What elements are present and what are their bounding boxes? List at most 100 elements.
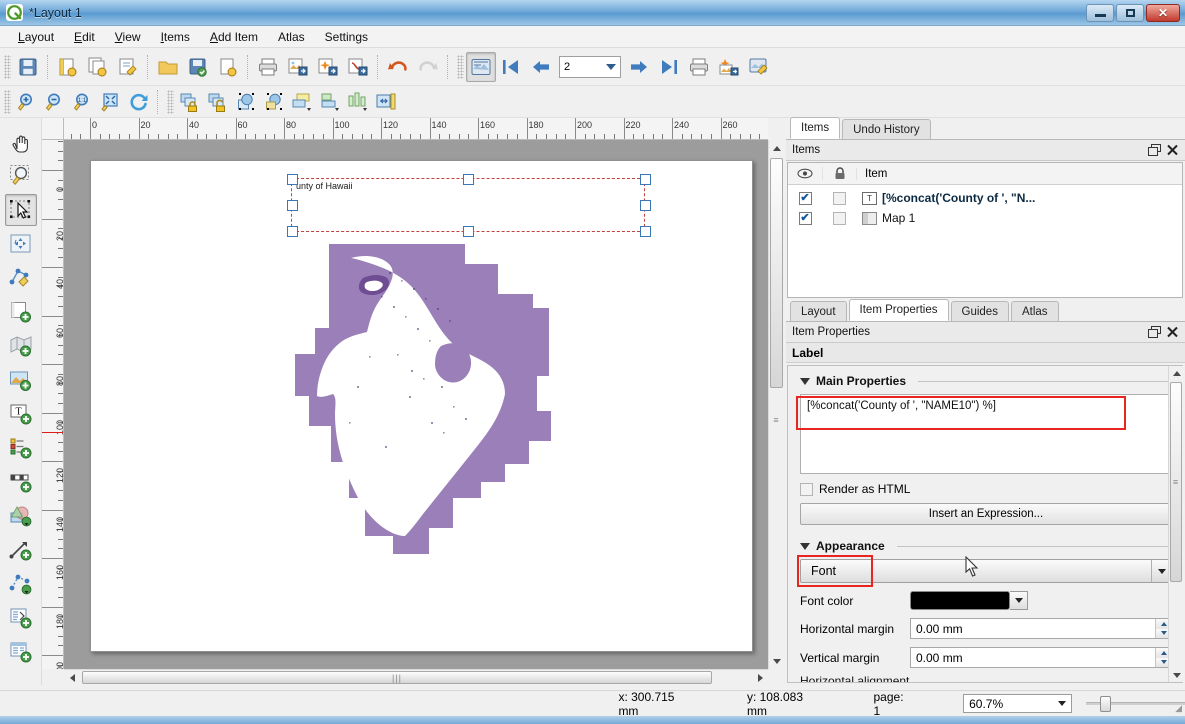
horizontal-margin-stepper[interactable]: 0.00 mm [910,618,1172,639]
resize-handle-e[interactable] [640,200,651,211]
zoom-level-combobox[interactable]: 60.7% [963,694,1072,713]
layout-page[interactable]: unty of Hawaii [90,160,753,652]
add-scalebar-tool[interactable] [5,466,37,498]
duplicate-layout-icon[interactable] [83,52,113,82]
menu-edit[interactable]: Edit [64,28,105,46]
menu-atlas[interactable]: Atlas [268,28,315,46]
export-atlas-image-icon[interactable] [714,52,744,82]
properties-scroll-up[interactable] [1169,366,1184,380]
menu-layout[interactable]: Layout [8,28,64,46]
scroll-right-button[interactable] [752,670,768,686]
zoom-tool[interactable] [5,160,37,192]
toolbar-grip[interactable] [4,55,11,79]
scroll-left-button[interactable] [64,670,80,686]
font-color-swatch[interactable] [910,591,1010,610]
add-arrow-tool[interactable] [5,534,37,566]
float-icon[interactable] [1145,142,1163,158]
move-item-content-tool[interactable] [5,228,37,260]
save-template-icon[interactable] [183,52,213,82]
print-atlas-icon[interactable] [684,52,714,82]
canvas-vertical-scrollbar[interactable]: ≡ [768,140,784,669]
lower-items-icon[interactable] [260,89,288,115]
items-list[interactable]: Item ✔ T [%concat('County of ', "N... ✔ … [787,162,1183,298]
canvas-horizontal-scrollbar[interactable]: ||| [64,669,768,685]
atlas-toolbar-grip[interactable] [457,55,464,79]
window-resize-grip[interactable]: ◢ [1175,703,1182,714]
map-item[interactable] [293,236,553,567]
label-expression-textarea[interactable]: [%concat('County of ', "NAME10") %] [800,394,1172,474]
font-color-dropdown[interactable] [1010,591,1028,610]
close-icon[interactable] [1163,324,1181,340]
restore-button[interactable] [1116,4,1144,22]
zoom-out-icon[interactable] [41,89,69,115]
add-label-tool[interactable]: T [5,398,37,430]
table-row[interactable]: ✔ T [%concat('County of ', "N... [788,188,1182,208]
save-project-icon[interactable] [13,52,43,82]
tab-layout[interactable]: Layout [790,301,847,321]
tab-items[interactable]: Items [790,117,840,139]
zoom-slider[interactable] [1086,696,1185,712]
add-attribute-table-tool[interactable] [5,636,37,668]
add-html-tool[interactable] [5,602,37,634]
refresh-icon[interactable] [125,89,153,115]
table-row[interactable]: ✔ Map 1 [788,208,1182,228]
tab-atlas[interactable]: Atlas [1011,301,1059,321]
resize-handle-se[interactable] [640,226,651,237]
item-visibility-checkbox[interactable]: ✔ [799,192,812,205]
item-visibility-checkbox[interactable]: ✔ [799,212,812,225]
preview-atlas-icon[interactable] [466,52,496,82]
appearance-header[interactable]: Appearance [800,539,1172,553]
export-svg-icon[interactable] [313,52,343,82]
scroll-down-button[interactable] [769,653,785,669]
vertical-scroll-thumb[interactable] [770,158,783,388]
tab-guides[interactable]: Guides [951,301,1009,321]
properties-scroll-thumb[interactable]: ≡ [1170,382,1182,582]
raise-items-icon[interactable] [232,89,260,115]
zoom-slider-knob[interactable] [1100,696,1111,712]
minimize-button[interactable] [1086,4,1114,22]
menu-items[interactable]: Items [151,28,200,46]
print-icon[interactable] [253,52,283,82]
atlas-feature-input[interactable]: 2 [559,56,621,78]
render-as-html-row[interactable]: Render as HTML [800,482,1172,496]
properties-scroll-down[interactable] [1169,668,1184,682]
unlock-items-icon[interactable] [204,89,232,115]
menu-add-item[interactable]: Add Item [200,28,268,46]
atlas-settings-icon[interactable] [744,52,774,82]
chevron-down-icon[interactable] [606,64,616,70]
zoom-in-icon[interactable] [13,89,41,115]
previous-feature-icon[interactable] [526,52,556,82]
close-icon[interactable] [1163,142,1181,158]
menu-settings[interactable]: Settings [315,28,378,46]
close-button[interactable]: ✕ [1146,4,1180,22]
float-icon[interactable] [1145,324,1163,340]
vertical-margin-stepper[interactable]: 0.00 mm [910,647,1172,668]
layout-properties-icon[interactable] [213,52,243,82]
last-feature-icon[interactable] [654,52,684,82]
horizontal-ruler[interactable]: 0204060801001201401601802002202402602803… [64,118,768,140]
open-template-icon[interactable] [153,52,183,82]
add-picture-tool[interactable] [5,364,37,396]
next-feature-icon[interactable] [624,52,654,82]
edit-nodes-tool[interactable] [5,262,37,294]
pan-tool[interactable] [5,126,37,158]
main-properties-header[interactable]: Main Properties [800,374,1172,388]
distribute-items-icon[interactable] [316,89,344,115]
add-node-item-tool[interactable] [5,568,37,600]
new-layout-icon[interactable] [53,52,83,82]
layout-sheet-area[interactable]: unty of Hawaii [64,140,768,669]
add-map-tool[interactable] [5,330,37,362]
align-items-icon[interactable] [288,89,316,115]
vertical-ruler[interactable]: 020406080100120140160180200220 [42,140,64,669]
group-items-icon[interactable] [372,89,400,115]
resize-items-icon[interactable] [344,89,372,115]
add-legend-tool[interactable] [5,432,37,464]
zoom-to-extent-icon[interactable] [97,89,125,115]
properties-scrollbar[interactable]: ≡ [1168,366,1183,682]
collapse-triangle-icon[interactable] [800,378,810,385]
select-item-tool[interactable] [5,194,37,226]
add-shape-tool[interactable] [5,500,37,532]
first-feature-icon[interactable] [496,52,526,82]
items-toolbar-grip[interactable] [167,90,174,114]
resize-handle-ne[interactable] [640,174,651,185]
